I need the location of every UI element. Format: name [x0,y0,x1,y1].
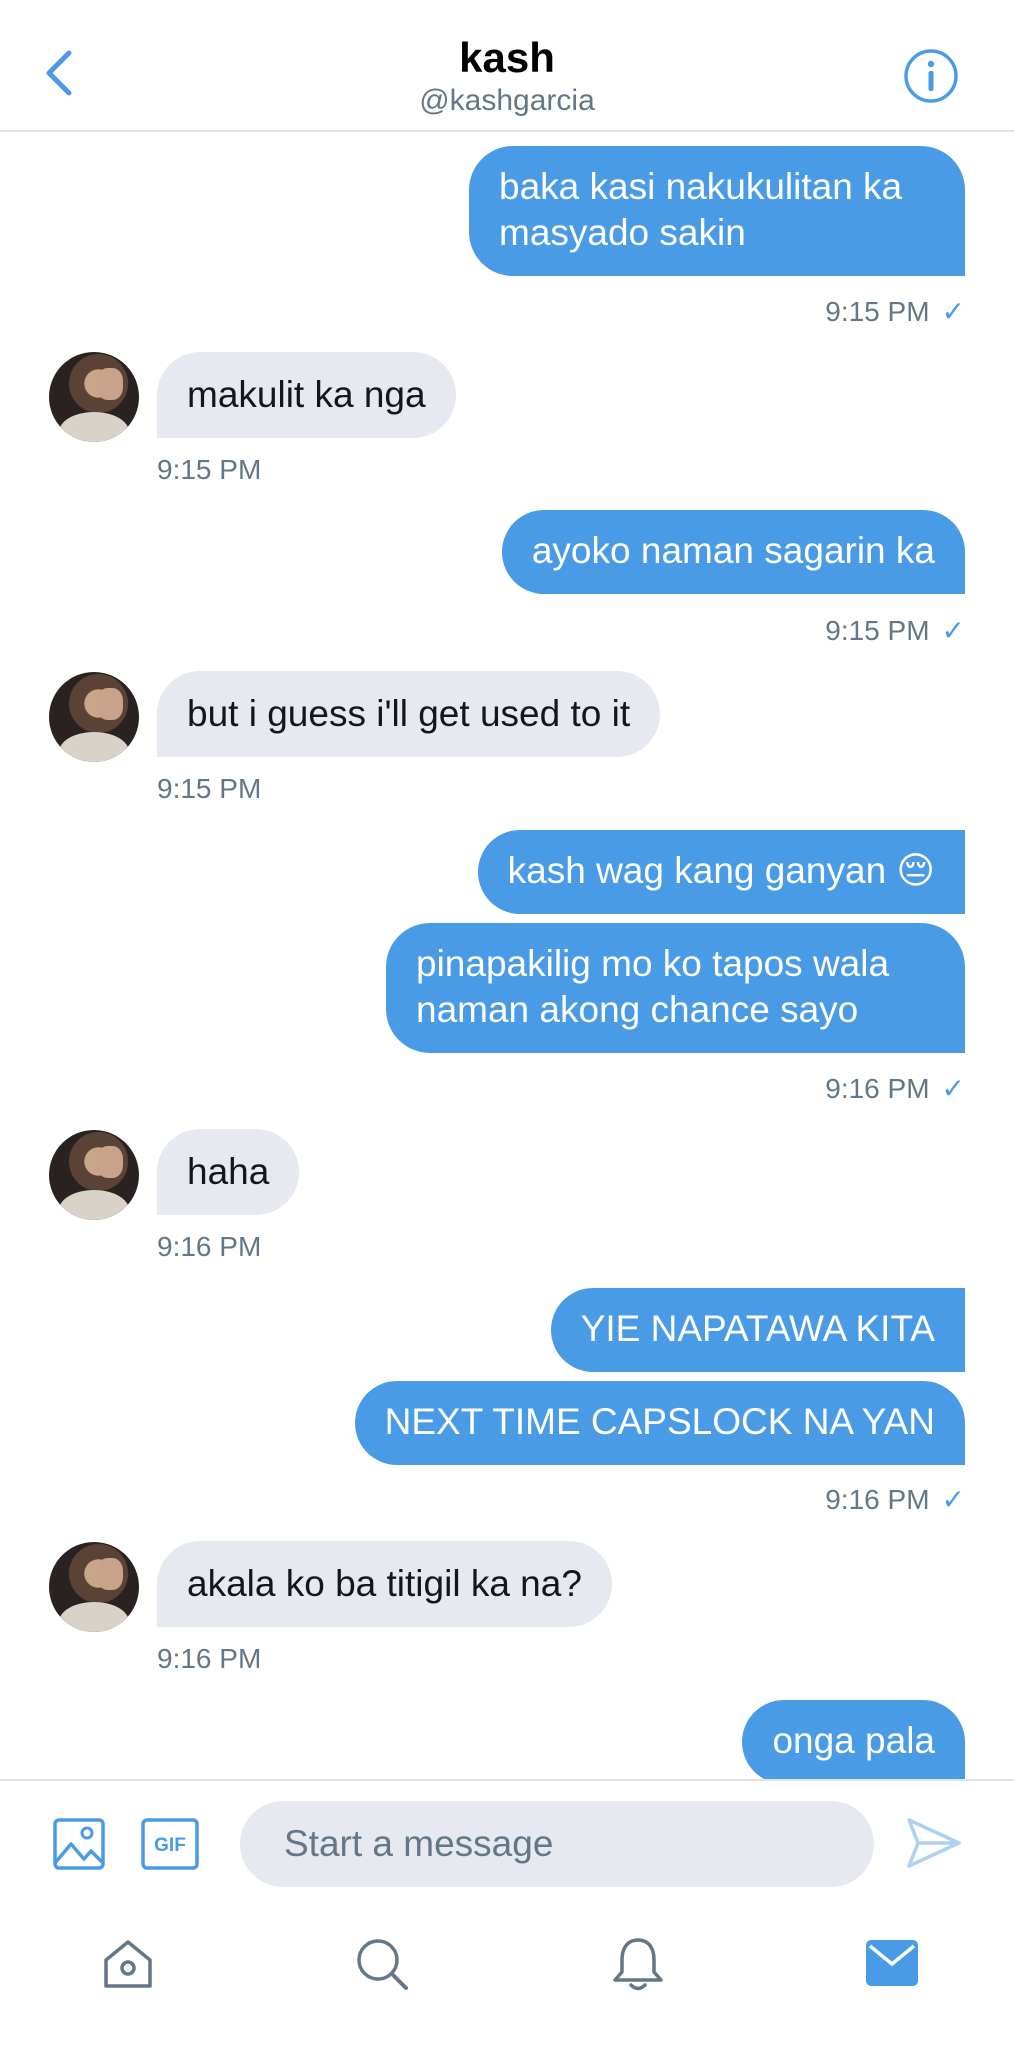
notifications-icon [613,1938,663,1991]
avatar[interactable] [49,1130,139,1220]
gif-label: GIF [154,1835,186,1856]
outgoing-message[interactable]: ayoko naman sagarin ka [501,510,965,594]
send-button[interactable] [906,1817,962,1874]
timestamp-text: 9:15 PM [825,615,930,646]
image-icon [53,1818,105,1870]
incoming-message[interactable]: haha [157,1129,300,1215]
search-icon [357,1939,408,1990]
tab-bar [0,1900,1014,2048]
message-timestamp: 9:15 PM [157,773,262,804]
gif-icon: GIF [141,1818,199,1870]
outgoing-message[interactable]: baka kasi nakukulitan ka masyado sakin [469,146,965,276]
conversation-handle: @kashgarcia [419,84,595,117]
read-check-icon: ✓ [941,1073,965,1104]
tab-messages[interactable] [866,1940,918,1991]
outgoing-message[interactable]: pinapakilig mo ko tapos wala naman akong… [386,923,965,1053]
message-timestamp: 9:16 PM ✓ [825,1483,965,1516]
incoming-message[interactable]: makulit ka nga [157,352,456,438]
avatar[interactable] [49,1542,139,1632]
message-composer: GIF [0,1779,1014,1901]
message-input[interactable] [240,1801,874,1887]
message-timestamp: 9:15 PM [157,454,262,485]
outgoing-message[interactable]: NEXT TIME CAPSLOCK NA YAN [354,1381,965,1465]
add-photo-button[interactable] [52,1817,106,1876]
tab-notifications[interactable] [610,1936,666,1999]
info-button[interactable] [903,48,959,104]
incoming-message[interactable]: but i guess i'll get used to it [157,671,661,757]
message-timestamp: 9:15 PM ✓ [825,295,965,328]
add-gif-button[interactable]: GIF [141,1818,199,1875]
home-icon [104,1940,152,1988]
read-check-icon: ✓ [941,615,965,646]
outgoing-message[interactable]: YIE NAPATAWA KITA [550,1288,965,1372]
tab-home[interactable] [100,1936,156,1997]
outgoing-message[interactable]: kash wag kang ganyan 😔 [477,830,965,914]
timestamp-text: 9:16 PM [825,1484,930,1515]
message-timestamp: 9:16 PM [157,1231,262,1262]
avatar[interactable] [49,352,139,442]
timestamp-text: 9:16 PM [825,1073,930,1104]
avatar[interactable] [49,672,139,762]
conversation-title[interactable]: kash [0,34,1014,82]
read-check-icon: ✓ [941,1484,965,1515]
incoming-message[interactable]: akala ko ba titigil ka na? [157,1541,612,1627]
message-timestamp: 9:15 PM ✓ [825,614,965,647]
send-icon [907,1818,961,1868]
message-timestamp: 9:16 PM [157,1643,262,1674]
outgoing-message[interactable]: onga pala [742,1700,965,1784]
messages-icon [866,1940,918,1986]
conversation-header: kash @kashgarcia [0,0,1014,132]
info-icon [904,49,958,103]
timestamp-text: 9:15 PM [825,296,930,327]
message-timestamp: 9:16 PM ✓ [825,1072,965,1105]
tab-search[interactable] [354,1936,410,1997]
read-check-icon: ✓ [941,296,965,327]
